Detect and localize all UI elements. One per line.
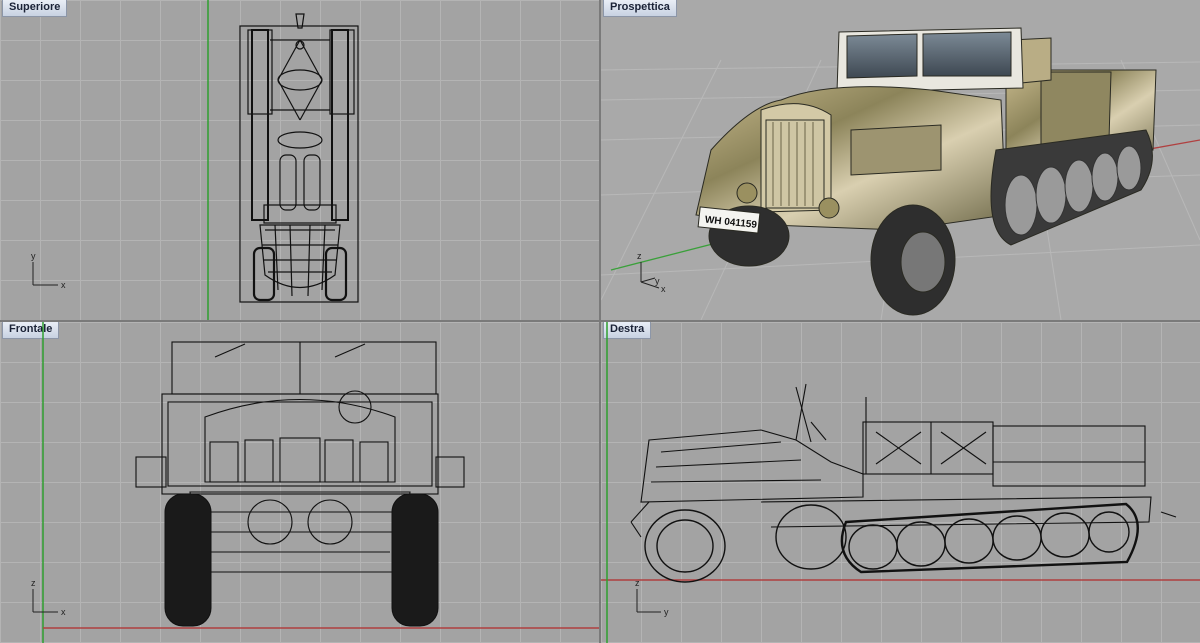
- halftrack-wireframe-right: [630, 383, 1177, 538]
- front-view-canvas: x z: [31, 322, 599, 643]
- axis-label-x: x: [61, 607, 66, 617]
- halftrack-wireframe-top: [239, 13, 359, 303]
- axis-label-x: x: [661, 284, 666, 294]
- axis-label-y: y: [31, 251, 36, 261]
- axis-label-z: z: [637, 251, 642, 261]
- viewport-front[interactable]: Frontale x z: [0, 322, 599, 643]
- axis-icon-front: [32, 589, 58, 613]
- halftrack-render: [695, 27, 1157, 316]
- perspective-canvas: WH 041159 z y x: [601, 27, 1200, 320]
- right-view-canvas: y z: [601, 322, 1200, 643]
- right-wheels: [644, 502, 1139, 583]
- viewport-perspective[interactable]: Prospettica WH 041159 z y x: [601, 0, 1200, 320]
- axis-icon-top: [32, 262, 58, 286]
- axis-label-x: x: [61, 280, 66, 290]
- axis-label-z: z: [31, 578, 36, 588]
- axis-label-y: y: [664, 607, 669, 617]
- axis-label-y: y: [655, 276, 660, 286]
- viewport-right[interactable]: Destra y z: [601, 322, 1200, 643]
- front-wheels: [164, 493, 439, 627]
- viewport-top[interactable]: Superiore x y: [0, 0, 599, 320]
- viewport-grid: Superiore x y Prospettica WH 041159 z y …: [0, 0, 1200, 643]
- axis-label-z: z: [635, 578, 640, 588]
- axis-icon-right: [636, 589, 661, 613]
- top-view-canvas: x y: [31, 0, 359, 320]
